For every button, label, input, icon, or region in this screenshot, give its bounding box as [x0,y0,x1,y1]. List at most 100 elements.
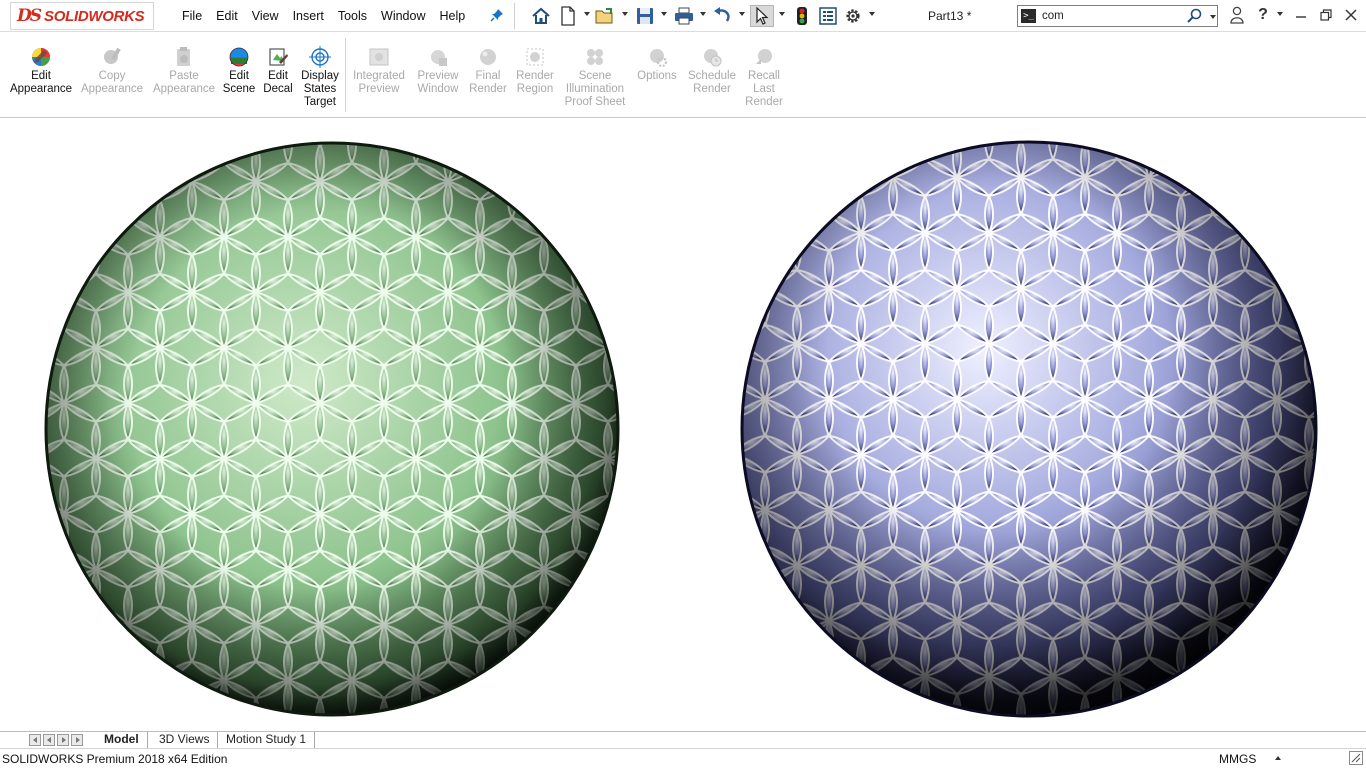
render-region-button[interactable]: Render Region [513,46,557,96]
integrated-preview-icon [368,46,390,68]
integrated-preview-button[interactable]: Integrated Preview [349,46,409,96]
new-dropdown-caret[interactable] [584,12,590,16]
paste-appearance-icon [173,46,195,68]
display-states-target-label-1: Display [301,70,339,82]
blue-chrome-textured-sphere[interactable] [736,138,1326,728]
select-dropdown-caret[interactable] [779,12,785,16]
solidworks-logo[interactable]: DS SOLIDWORKS [10,2,154,30]
render-options-icon [646,46,668,68]
status-bar: SOLIDWORKS Premium 2018 x64 Edition MMGS [0,748,1366,768]
unit-system-selector[interactable]: MMGS [1219,752,1256,766]
document-title: Part13 * [928,9,972,23]
search-dropdown-caret[interactable] [1210,15,1216,19]
schedule-render-button[interactable]: Schedule Render [685,46,739,96]
home-icon[interactable] [530,5,552,27]
schedule-render-label-2: Render [693,83,731,95]
edit-appearance-button[interactable]: Edit Appearance [8,46,74,96]
display-states-target-label-2: States [303,83,337,95]
copy-appearance-icon [101,46,123,68]
menu-window[interactable]: Window [374,9,432,23]
unit-system-caret-icon[interactable] [1275,756,1281,760]
search-input[interactable] [1042,8,1182,24]
ribbon-separator [345,38,346,112]
options-dropdown-caret[interactable] [869,12,875,16]
edit-scene-label-2: Scene [222,83,256,95]
print-icon[interactable] [673,5,695,27]
tab-model[interactable]: Model [96,732,148,748]
copy-appearance-button[interactable]: Copy Appearance [80,46,144,96]
next-tab-arrow-icon[interactable] [57,734,69,746]
recall-render-label-2: Last [753,83,775,95]
user-account-icon[interactable] [1226,4,1248,26]
edit-scene-button[interactable]: Edit Scene [220,46,258,96]
menu-insert[interactable]: Insert [286,9,331,23]
display-states-target-button[interactable]: Display States Target [298,46,342,109]
rebuild-icon[interactable] [792,5,812,27]
open-icon[interactable] [594,5,616,27]
paste-appearance-button[interactable]: Paste Appearance [150,46,218,96]
save-icon[interactable] [634,5,656,27]
model-render [40,138,1326,728]
menu-tools[interactable]: Tools [331,9,374,23]
menu-help[interactable]: Help [433,9,473,23]
scene-illumination-proof-sheet-button[interactable]: Scene Illumination Proof Sheet [563,46,627,109]
save-dropdown-caret[interactable] [661,12,667,16]
render-tools-ribbon: Edit Appearance Copy Appearance Paste Ap… [0,32,1366,118]
scene-icon [228,46,250,68]
previous-tab-arrow-icon[interactable] [43,734,55,746]
graphics-area[interactable] [0,118,1366,731]
resize-grip-icon[interactable] [1349,751,1363,765]
edit-decal-button[interactable]: Edit Decal [261,46,295,96]
minimize-window-icon[interactable] [1290,4,1312,26]
scene-illumination-label-2: Illumination [565,83,625,95]
select-pointer-icon[interactable] [750,5,774,27]
scene-illumination-label-3: Proof Sheet [564,96,626,108]
menu-separator [514,3,515,29]
restore-window-icon[interactable] [1315,4,1337,26]
tab-3d-views[interactable]: 3D Views [151,732,219,748]
options-gear-icon[interactable] [842,5,864,27]
menu-view[interactable]: View [245,9,286,23]
recall-last-render-button[interactable]: Recall Last Render [743,46,785,109]
open-dropdown-caret[interactable] [622,12,628,16]
paste-appearance-label-2: Appearance [152,83,216,95]
print-dropdown-caret[interactable] [700,12,706,16]
pin-menu-icon[interactable] [490,8,504,25]
final-render-label-2: Render [469,83,507,95]
final-render-button[interactable]: Final Render [467,46,509,96]
edit-appearance-label-2: Appearance [9,83,73,95]
file-properties-icon[interactable] [817,5,839,27]
green-textured-sphere[interactable] [40,138,630,728]
edit-decal-label-1: Edit [268,70,288,82]
menu-edit[interactable]: Edit [209,9,245,23]
render-region-label-1: Render [516,70,554,82]
preview-window-label-1: Preview [417,70,459,82]
last-tab-arrow-icon[interactable] [71,734,83,746]
copy-appearance-label-2: Appearance [80,83,144,95]
close-window-icon[interactable] [1340,4,1362,26]
title-bar: DS SOLIDWORKS File Edit View Insert Tool… [0,0,1366,32]
render-options-label: Options [637,70,677,82]
render-options-button[interactable]: Options [634,46,680,83]
search-commands-box[interactable]: >_ [1017,5,1218,27]
preview-window-label-2: Window [417,83,459,95]
first-tab-arrow-icon[interactable] [29,734,41,746]
search-icon[interactable] [1186,8,1204,27]
new-document-icon[interactable] [558,5,578,27]
schedule-render-label-1: Schedule [688,70,736,82]
ds-logo-mark: DS [17,6,42,26]
recall-render-label-3: Render [745,96,783,108]
recall-render-label-1: Recall [748,70,780,82]
display-states-target-label-3: Target [304,96,336,108]
menu-file[interactable]: File [175,9,209,23]
edit-scene-label-1: Edit [229,70,249,82]
help-dropdown-caret[interactable] [1277,12,1283,16]
undo-icon[interactable] [711,5,733,27]
undo-dropdown-caret[interactable] [739,12,745,16]
help-icon[interactable]: ? [1252,4,1274,26]
menu-bar: File Edit View Insert Tools Window Help [175,0,472,32]
integrated-preview-label-2: Preview [358,83,400,95]
tab-motion-study-1[interactable]: Motion Study 1 [218,732,316,748]
schedule-render-icon [701,46,723,68]
preview-window-button[interactable]: Preview Window [412,46,464,96]
